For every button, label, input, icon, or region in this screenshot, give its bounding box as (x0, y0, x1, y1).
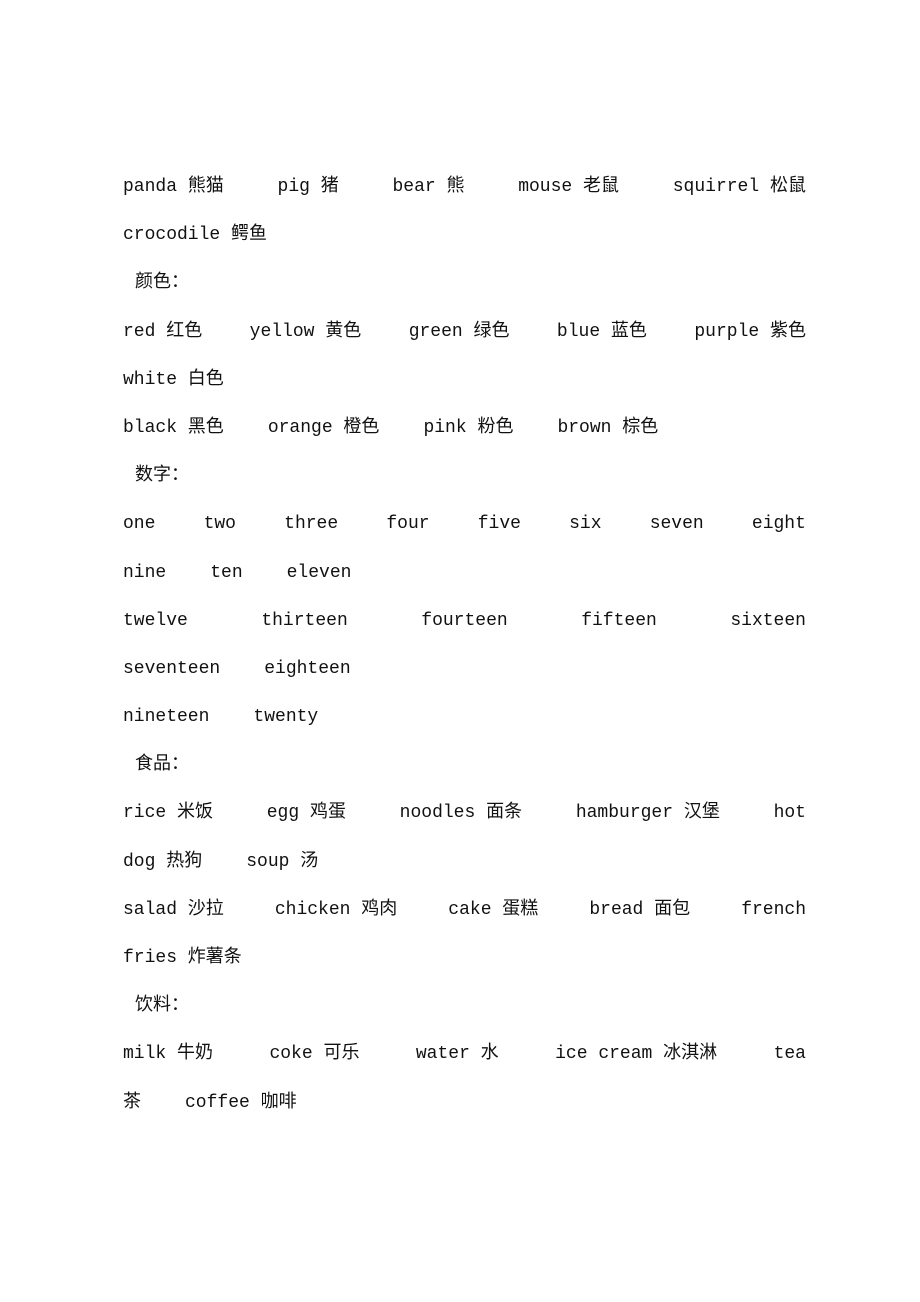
vocab-item: nineteen (123, 707, 210, 728)
vocab-item: rice 米饭 (123, 803, 214, 824)
vocab-item: nine (123, 562, 167, 583)
vocab-item: french (741, 899, 806, 920)
section-heading: 颜色： (135, 273, 189, 294)
vocab-item: squirrel 松鼠 (672, 177, 806, 197)
vocab-item: twenty (253, 707, 319, 728)
section-heading: 食品： (135, 755, 189, 776)
vocab-item: black 黑色 (123, 417, 224, 438)
vocab-item: pig 猪 (277, 177, 339, 197)
section-heading: 饮料： (135, 996, 189, 1017)
vocab-item: panda 熊猫 (123, 177, 224, 197)
vocab-item: cake 蛋糕 (448, 899, 539, 920)
vocab-item: eight (751, 514, 806, 535)
vocab-item: coke 可乐 (269, 1044, 360, 1065)
vocab-item: dog 热狗 (123, 851, 203, 872)
vocab-item: green 绿色 (408, 321, 510, 342)
vocab-item: mouse 老鼠 (518, 177, 620, 197)
text-line: nineteen twenty (123, 693, 806, 741)
vocab-item: blue 蓝色 (556, 321, 647, 342)
text-line: dog 热狗 soup 汤 (123, 838, 806, 886)
vocab-item: soup 汤 (246, 851, 319, 872)
vocab-item: hot (773, 803, 806, 824)
vocab-item: fifteen (581, 610, 657, 631)
vocab-item: hamburger 汉堡 (575, 803, 720, 824)
text-line: milk 牛奶 coke 可乐 water 水 ice cream 冰淇淋 tea (123, 1030, 806, 1078)
vocab-item: seventeen (123, 658, 221, 679)
vocab-item: purple 紫色 (694, 321, 806, 342)
vocab-item: bread 面包 (589, 899, 691, 920)
vocab-item: four (386, 514, 430, 535)
vocab-item: one (123, 514, 156, 535)
vocab-item: milk 牛奶 (123, 1044, 214, 1065)
text-line: rice 米饭 egg 鸡蛋 noodles 面条 hamburger 汉堡 hot (123, 789, 806, 837)
vocab-item: three (284, 514, 339, 535)
text-line: black 黑色 orange 橙色 pink 粉色 brown 棕色 (123, 404, 806, 452)
vocab-item: water 水 (415, 1044, 499, 1065)
vocab-item: egg 鸡蛋 (266, 803, 346, 824)
vocab-item: coffee 咖啡 (185, 1092, 297, 1113)
vocab-item: fourteen (421, 610, 508, 631)
text-line: panda 熊猫 pig 猪 bear 熊 mouse 老鼠 squirrel 松鼠 (123, 163, 806, 211)
vocab-item: five (477, 514, 521, 535)
document-body: panda 熊猫 pig 猪 bear 熊 mouse 老鼠 squirrel 松鼠 cr… (123, 163, 806, 1127)
vocab-item: yellow 黄色 (249, 321, 362, 342)
vocab-item: ice cream 冰淇淋 (555, 1044, 718, 1065)
vocab-item: orange 橙色 (267, 417, 380, 438)
vocab-item: noodles 面条 (399, 803, 523, 824)
text-line: fries 炸薯条 (123, 934, 806, 982)
vocab-item: six (569, 514, 602, 535)
text-line: twelve thirteen fourteen fifteen sixteen (123, 597, 806, 645)
vocab-item: fries 炸薯条 (123, 948, 242, 968)
vocab-item: brown 棕色 (557, 417, 659, 438)
text-line: salad 沙拉 chicken 鸡肉 cake 蛋糕 bread 面包 french (123, 886, 806, 934)
vocab-item: white 白色 (123, 369, 224, 390)
vocab-item: thirteen (261, 610, 348, 631)
text-line: 茶 coffee 咖啡 (123, 1079, 806, 1127)
vocab-item: sixteen (730, 610, 806, 631)
text-line: nine ten eleven (123, 549, 806, 597)
vocab-item: two (203, 514, 236, 535)
text-line: red 红色 yellow 黄色 green 绿色 blue 蓝色 purple 紫色 (123, 308, 806, 356)
text-line: one two three four five six seven eight (123, 500, 806, 548)
vocab-item: chicken 鸡肉 (274, 899, 398, 920)
vocab-item: tea (773, 1044, 806, 1065)
vocab-item: pink 粉色 (423, 417, 514, 438)
vocab-item: salad 沙拉 (123, 899, 224, 920)
vocab-item: twelve (123, 610, 188, 631)
vocab-item: eleven (286, 562, 352, 583)
vocab-item: ten (210, 562, 243, 583)
vocab-item: eighteen (264, 658, 351, 679)
text-line: seventeen eighteen (123, 645, 806, 693)
text-line: crocodile 鳄鱼 (123, 211, 806, 259)
vocab-item: 茶 (123, 1092, 141, 1113)
text-line: white 白色 (123, 356, 806, 404)
vocab-item: red 红色 (123, 321, 203, 342)
vocab-item: bear 熊 (392, 177, 465, 197)
vocab-item: crocodile 鳄鱼 (123, 225, 268, 246)
vocab-item: seven (649, 514, 704, 535)
section-heading: 数字： (135, 466, 189, 487)
